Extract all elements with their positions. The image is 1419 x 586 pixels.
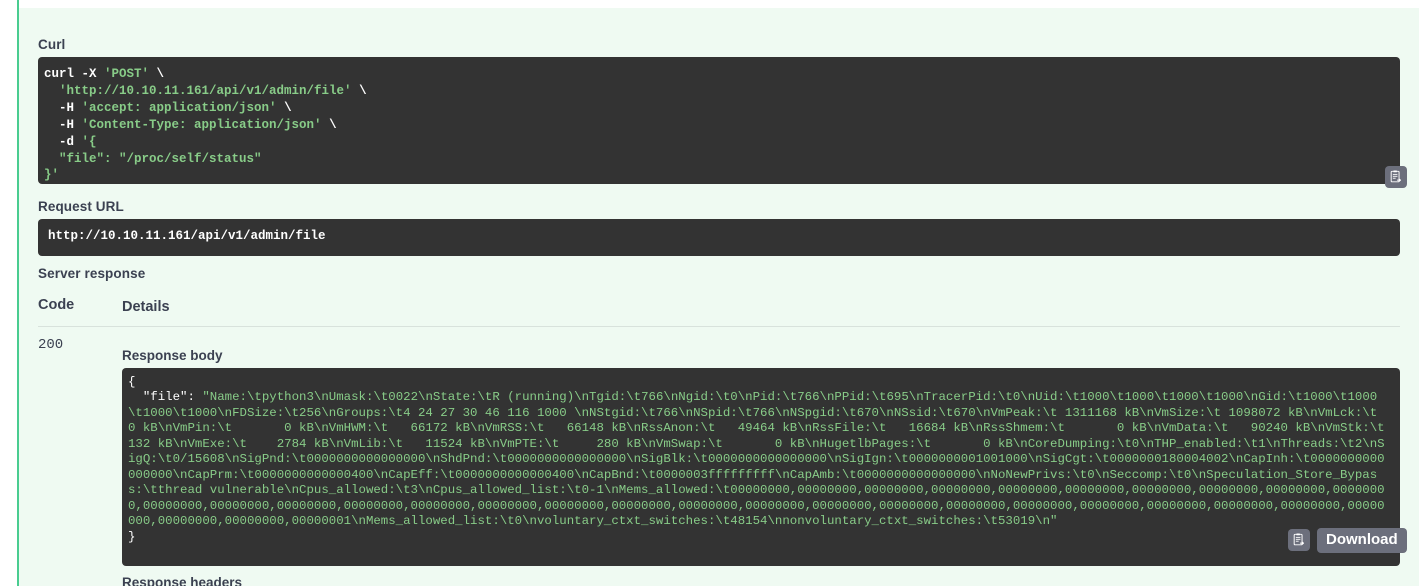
response-headers-label: Response headers — [122, 575, 243, 586]
curl-line-3-flag: -H — [44, 100, 82, 115]
curl-line-7-close: }' — [44, 168, 60, 183]
response-json-close-brace: } — [128, 529, 136, 544]
request-url-block: http://10.10.11.161/api/v1/admin/file — [38, 219, 1400, 256]
curl-line-2-continuation: \ — [351, 83, 367, 98]
curl-section-title: Curl — [38, 37, 66, 52]
curl-line-5-value: '{ — [81, 134, 97, 149]
copy-response-button[interactable] — [1288, 529, 1310, 551]
request-url-value: http://10.10.11.161/api/v1/admin/file — [48, 229, 326, 243]
curl-line-2-url: 'http://10.10.11.161/api/v1/admin/file' — [44, 83, 352, 98]
curl-line-6-payload: "file": "/proc/self/status" — [44, 151, 262, 166]
download-button[interactable]: Download — [1317, 528, 1407, 553]
request-url-title: Request URL — [38, 199, 124, 214]
curl-line-4-value: 'Content-Type: application/json' — [81, 117, 322, 132]
response-json-key: "file": — [128, 390, 203, 405]
curl-line-3-continuation: \ — [276, 100, 292, 115]
curl-line-4-flag: -H — [44, 117, 82, 132]
response-body-content: { "file": "Name:\tpython3\nUmask:\t0022\… — [128, 375, 1392, 545]
curl-command-block: curl -X 'POST' \ 'http://10.10.11.161/ap… — [38, 57, 1400, 184]
response-body-block: { "file": "Name:\tpython3\nUmask:\t0022\… — [122, 368, 1400, 566]
curl-line-4-continuation: \ — [321, 117, 337, 132]
curl-line-1-continuation: \ — [149, 67, 165, 81]
curl-line-1-command: curl -X — [44, 67, 105, 81]
response-json-value: "Name:\tpython3\nUmask:\t0022\nState:\tR… — [128, 390, 1385, 529]
response-body-label: Response body — [122, 348, 223, 363]
copy-curl-button[interactable] — [1385, 166, 1407, 188]
copy-to-clipboard-icon — [1292, 533, 1306, 547]
curl-line-1-method: 'POST' — [104, 67, 150, 81]
server-response-title: Server response — [38, 266, 146, 281]
curl-line-5-flag: -d — [44, 134, 82, 149]
table-divider — [38, 326, 1400, 327]
response-json-open-brace: { — [128, 375, 136, 389]
column-header-code: Code — [38, 297, 75, 313]
column-header-details: Details — [122, 299, 170, 315]
swagger-operation-response-panel: Curl curl -X 'POST' \ 'http://10.10.11.1… — [0, 0, 1419, 586]
response-status-code: 200 — [38, 337, 64, 353]
copy-to-clipboard-icon — [1389, 170, 1403, 184]
curl-line-3-value: 'accept: application/json' — [81, 100, 277, 115]
